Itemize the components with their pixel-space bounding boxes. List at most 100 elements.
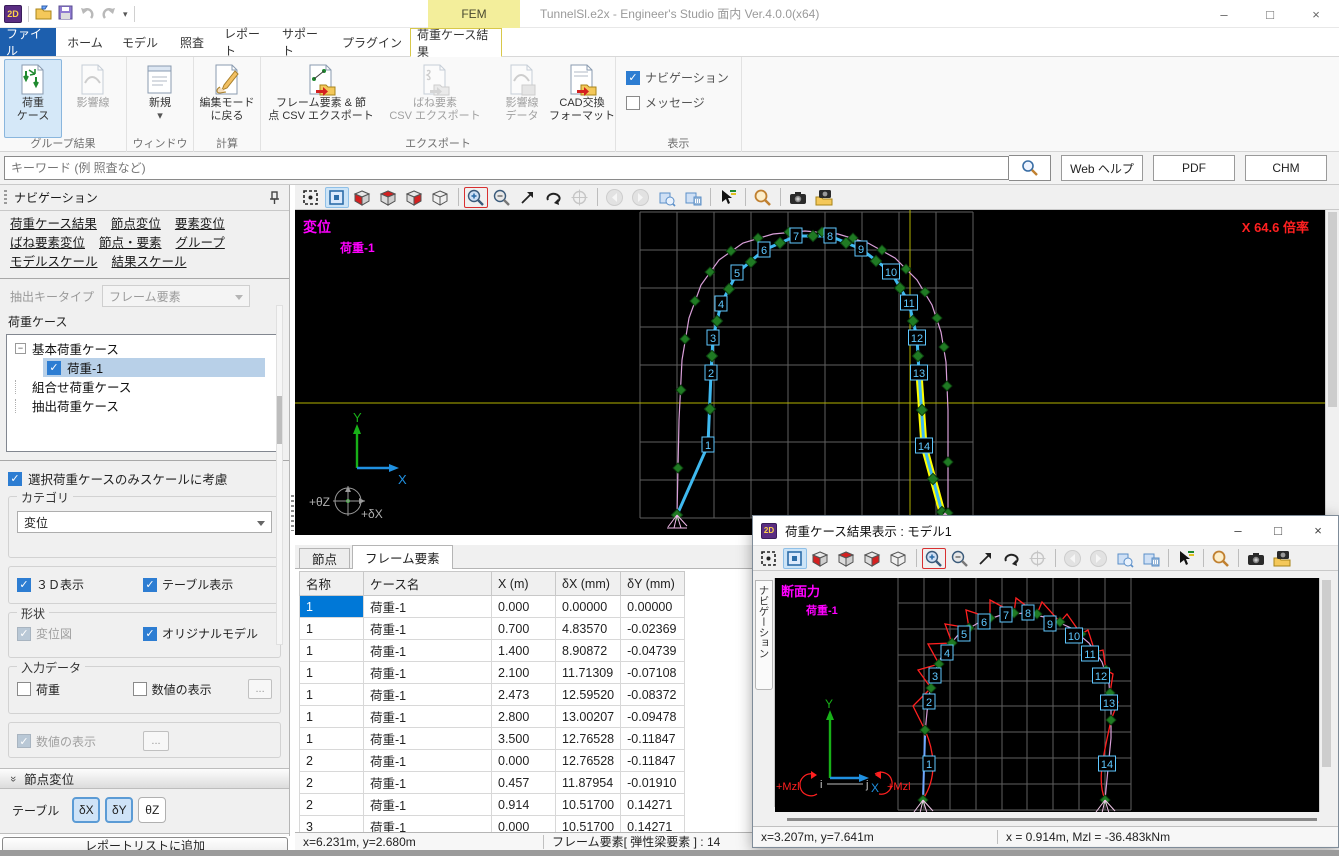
ribbon-button-edit-mode[interactable]: 編集モードに戻る bbox=[198, 59, 256, 138]
float-vertical-scrollbar[interactable] bbox=[1319, 578, 1333, 812]
zoom-out-icon[interactable] bbox=[490, 187, 514, 208]
float-model-viewport[interactable]: 1234567891011121314YX+Mzlij+Mzl断面力荷重-1 bbox=[775, 578, 1319, 812]
element-label[interactable]: 10 bbox=[885, 267, 897, 279]
table-cell[interactable]: -0.11847 bbox=[621, 728, 685, 750]
element-label[interactable]: 6 bbox=[761, 245, 767, 257]
float-close-button[interactable]: × bbox=[1298, 523, 1338, 538]
select-element-icon[interactable] bbox=[1174, 548, 1198, 569]
display-table-checkbox[interactable]: ✓テーブル表示 bbox=[143, 576, 261, 593]
element-label[interactable]: 5 bbox=[961, 629, 967, 641]
element-label[interactable]: 12 bbox=[1095, 671, 1107, 683]
element-label[interactable]: 5 bbox=[734, 268, 740, 280]
table-cell[interactable]: 荷重-1 bbox=[364, 640, 492, 662]
table-row[interactable]: 1荷重-12.10011.71309-0.07108 bbox=[300, 662, 685, 684]
element-label[interactable]: 14 bbox=[918, 441, 930, 453]
tab-frame-elements[interactable]: フレーム要素 bbox=[352, 545, 453, 569]
element-label[interactable]: 3 bbox=[710, 333, 716, 345]
element-label[interactable]: 1 bbox=[926, 759, 932, 771]
toggle-dx-button[interactable]: δX bbox=[72, 797, 100, 823]
table-cell[interactable]: -0.04739 bbox=[621, 640, 685, 662]
node-marker[interactable] bbox=[939, 342, 949, 352]
element-label[interactable]: 8 bbox=[1025, 608, 1031, 620]
tree-item-combined-load-case[interactable]: 組合せ荷重ケース bbox=[7, 377, 282, 396]
displacement-canvas[interactable]: 1234567891011121314YX+θZ+δX変位荷重-1X 64.6 … bbox=[295, 210, 1325, 535]
table-cell[interactable]: 10.51700 bbox=[556, 794, 621, 816]
scale-selected-only-checkbox[interactable]: ✓選択荷重ケースのみスケールに考慮 bbox=[0, 461, 289, 488]
element-label[interactable]: 4 bbox=[718, 299, 724, 311]
nav-link-5[interactable]: グループ bbox=[176, 236, 225, 250]
table-row[interactable]: 1荷重-10.7004.83570-0.02369 bbox=[300, 618, 685, 640]
float-minimize-button[interactable]: – bbox=[1218, 523, 1258, 538]
table-cell[interactable]: -0.08372 bbox=[621, 684, 685, 706]
float-maximize-button[interactable]: □ bbox=[1258, 523, 1298, 538]
tab-ribbon-3[interactable]: 照査 bbox=[166, 28, 218, 56]
model-clear-icon[interactable] bbox=[1139, 548, 1163, 569]
table-cell[interactable]: 荷重-1 bbox=[364, 772, 492, 794]
toggle-dy-button[interactable]: δY bbox=[105, 797, 133, 823]
table-cell[interactable]: 1 bbox=[300, 640, 364, 662]
table-row[interactable]: 1荷重-12.47312.59520-0.08372 bbox=[300, 684, 685, 706]
view-cube-left-icon[interactable] bbox=[809, 548, 833, 569]
tab-ribbon-5[interactable]: サポート bbox=[276, 28, 334, 56]
nav-link-3[interactable]: ばね要素変位 bbox=[10, 236, 85, 250]
element-label[interactable]: 10 bbox=[1068, 631, 1080, 643]
table-row[interactable]: 2荷重-10.45711.87954-0.01910 bbox=[300, 772, 685, 794]
table-cell[interactable]: -0.07108 bbox=[621, 662, 685, 684]
nav-link-2[interactable]: 要素変位 bbox=[175, 217, 225, 231]
table-cell[interactable]: 12.59520 bbox=[556, 684, 621, 706]
model-zoom-icon[interactable] bbox=[1113, 548, 1137, 569]
float-horizontal-scrollbar[interactable] bbox=[775, 814, 1333, 826]
ribbon-button-cad-exchange[interactable]: CAD交換フォーマット bbox=[553, 59, 611, 138]
snapshot-camera-icon[interactable] bbox=[1244, 548, 1268, 569]
tree-item-checkbox[interactable]: ✓ bbox=[47, 361, 61, 375]
element-label[interactable]: 14 bbox=[1101, 759, 1113, 771]
collapsed-navigation-tab[interactable]: ナビゲーション bbox=[753, 578, 775, 807]
view-cube-top-icon[interactable] bbox=[835, 548, 859, 569]
select-element-icon[interactable] bbox=[716, 187, 740, 208]
tab-ribbon-1[interactable]: ホーム bbox=[56, 28, 114, 56]
element-label[interactable]: 7 bbox=[1003, 610, 1009, 622]
snapshot-save-icon[interactable] bbox=[1270, 548, 1294, 569]
node-marker[interactable] bbox=[680, 334, 690, 344]
chm-help-button[interactable]: CHM bbox=[1245, 155, 1327, 181]
element-label[interactable]: 3 bbox=[932, 671, 938, 683]
table-cell[interactable]: 荷重-1 bbox=[364, 750, 492, 772]
view-cube-wire-icon[interactable] bbox=[429, 187, 453, 208]
table-cell[interactable]: -0.09478 bbox=[621, 706, 685, 728]
load-case-result-window[interactable]: 2D 荷重ケース結果表示 : モデル1 – □ × ナビゲーション 123456… bbox=[752, 515, 1339, 848]
table-cell[interactable]: 2.800 bbox=[492, 706, 556, 728]
minimize-button[interactable]: – bbox=[1201, 0, 1247, 28]
ribbon-checkbox-0[interactable]: ✓ナビゲーション bbox=[626, 69, 729, 86]
ribbon-checkbox-1[interactable]: メッセージ bbox=[626, 94, 729, 111]
table-cell[interactable]: 8.90872 bbox=[556, 640, 621, 662]
node-marker[interactable] bbox=[711, 315, 722, 326]
table-cell[interactable]: 1 bbox=[300, 662, 364, 684]
table-cell[interactable]: 1 bbox=[300, 596, 364, 618]
table-cell[interactable]: 2 bbox=[300, 772, 364, 794]
tab-nodes[interactable]: 節点 bbox=[299, 548, 350, 568]
element-label[interactable]: 8 bbox=[827, 231, 833, 243]
node-marker[interactable] bbox=[774, 237, 785, 248]
input-load-checkbox[interactable]: 荷重 bbox=[17, 681, 125, 698]
close-button[interactable]: × bbox=[1293, 0, 1339, 28]
element-label[interactable]: 11 bbox=[1084, 649, 1095, 661]
web-help-button[interactable]: Web ヘルプ bbox=[1061, 155, 1143, 181]
element-label[interactable]: 12 bbox=[911, 333, 923, 345]
table-cell[interactable]: 0.000 bbox=[492, 750, 556, 772]
table-cell[interactable]: 荷重-1 bbox=[364, 684, 492, 706]
rotate-view-icon[interactable] bbox=[1000, 548, 1024, 569]
node-marker[interactable] bbox=[877, 245, 887, 255]
table-row[interactable]: 1荷重-12.80013.00207-0.09478 bbox=[300, 706, 685, 728]
table-cell[interactable]: 荷重-1 bbox=[364, 728, 492, 750]
element-label[interactable]: 13 bbox=[1103, 698, 1115, 710]
pan-arrow-icon[interactable] bbox=[516, 187, 540, 208]
node-marker[interactable] bbox=[673, 463, 683, 473]
section-node-displacement[interactable]: » 節点変位 bbox=[0, 768, 289, 789]
table-cell[interactable]: 1 bbox=[300, 684, 364, 706]
table-cell[interactable]: 0.14271 bbox=[621, 794, 685, 816]
element-label[interactable]: 11 bbox=[903, 298, 914, 310]
tab-ribbon-2[interactable]: モデル bbox=[114, 28, 166, 56]
snapshot-camera-icon[interactable] bbox=[786, 187, 810, 208]
node-marker[interactable] bbox=[934, 659, 944, 669]
table-cell[interactable]: 荷重-1 bbox=[364, 706, 492, 728]
